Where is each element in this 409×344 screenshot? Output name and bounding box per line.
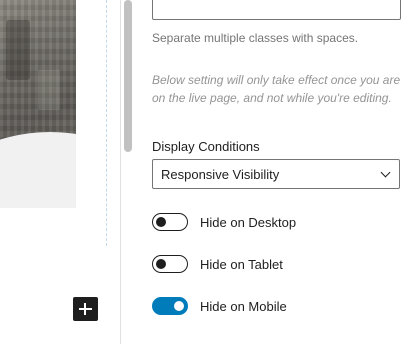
toggle-knob [156,259,166,269]
wave-shape-divider [0,132,76,208]
live-page-note: Below setting will only take effect once… [152,73,401,105]
image-detail [38,70,60,110]
image-block[interactable] [0,0,76,208]
display-conditions-value: Responsive Visibility [161,167,280,182]
hide-on-mobile-toggle[interactable] [152,297,188,315]
display-conditions-label: Display Conditions [152,139,260,154]
hide-on-mobile-row: Hide on Mobile [152,296,402,316]
editor-canvas[interactable] [0,0,120,344]
hide-on-mobile-label: Hide on Mobile [200,299,287,314]
toggle-knob [174,301,184,311]
hide-on-tablet-label: Hide on Tablet [200,257,283,272]
css-class-help-text: Separate multiple classes with spaces. [152,31,359,45]
block-settings-panel: Separate multiple classes with spaces. B… [136,0,409,344]
add-block-button[interactable] [73,297,98,321]
hide-on-desktop-row: Hide on Desktop [152,212,402,232]
scrollbar-thumb[interactable] [124,0,132,152]
hide-on-desktop-toggle[interactable] [152,213,188,231]
hide-on-desktop-label: Hide on Desktop [200,215,297,230]
block-outline-guide [106,0,107,246]
toggle-knob [156,217,166,227]
hide-on-tablet-row: Hide on Tablet [152,254,402,274]
hide-on-tablet-toggle[interactable] [152,255,188,273]
image-detail [6,20,30,80]
editor-window: Separate multiple classes with spaces. B… [0,0,409,344]
additional-css-class-input[interactable] [152,0,401,20]
chevron-down-icon [380,167,391,178]
display-conditions-select[interactable]: Responsive Visibility [152,159,400,189]
